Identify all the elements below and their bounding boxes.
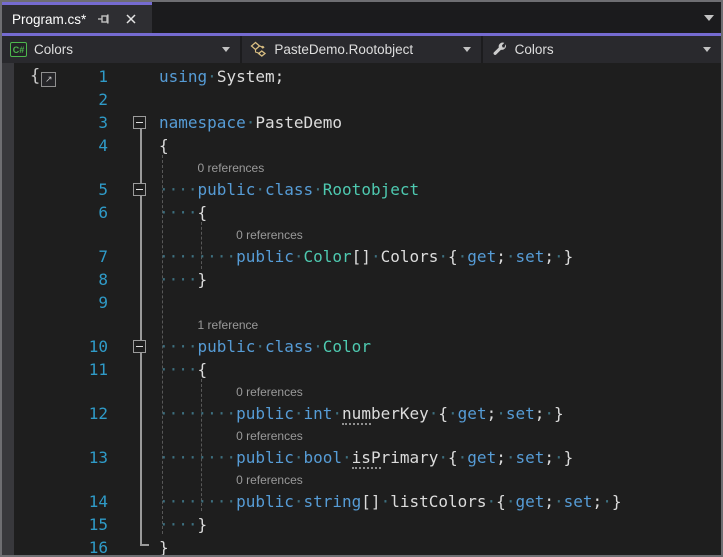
close-icon[interactable] [122, 10, 140, 28]
line-number: 13 [88, 448, 108, 467]
codelens-row: 0 references [2, 425, 721, 446]
pin-icon[interactable] [95, 10, 113, 28]
line-number: 11 [88, 360, 108, 379]
line-number: 7 [98, 247, 108, 266]
type-dropdown[interactable]: PasteDemo.Rootobject [242, 36, 483, 63]
member-dropdown-label: Colors [514, 42, 554, 57]
project-dropdown-label: Colors [34, 42, 74, 57]
code-text: namespace·PasteDemo [159, 113, 343, 132]
code-text: using·System; [159, 67, 285, 86]
codelens-references[interactable]: 0 references [236, 228, 303, 242]
code-text: ····public·class·Color [159, 337, 371, 356]
codelens-references[interactable]: 0 references [198, 161, 265, 175]
outlining-margin [108, 201, 153, 224]
outlining-margin [108, 245, 153, 268]
codelens-row: 1 reference [2, 314, 721, 335]
outlining-margin [108, 513, 153, 536]
line-number: 9 [98, 293, 108, 312]
code-line[interactable]: 2 [2, 88, 721, 111]
wrench-icon [491, 41, 508, 58]
code-text: ····public·class·Rootobject [159, 180, 420, 199]
line-number: 15 [88, 515, 108, 534]
outlining-margin [108, 402, 153, 425]
outlining-margin [108, 291, 153, 314]
outlining-margin [108, 88, 153, 111]
outlining-margin [108, 178, 153, 201]
code-text: ····{ [159, 360, 208, 379]
code-line[interactable]: 16} [2, 536, 721, 557]
outlining-margin [108, 134, 153, 157]
code-text: ····} [159, 515, 208, 534]
member-dropdown[interactable]: Colors [483, 36, 721, 63]
outlining-margin [108, 111, 153, 134]
code-text: ····} [159, 270, 208, 289]
code-line[interactable]: 6 ····{ [2, 201, 721, 224]
codelens-row: 0 references [2, 224, 721, 245]
outlining-margin [108, 490, 153, 513]
code-line[interactable]: 9 [2, 291, 721, 314]
codelens-row: 0 references [2, 469, 721, 490]
code-line[interactable]: 13 ········public·bool·isPrimary·{·get;·s… [2, 446, 721, 469]
code-line[interactable]: 3 namespace·PasteDemo [2, 111, 721, 134]
code-text: ········public·int·numberKey·{·get;·set;… [159, 404, 564, 425]
code-line[interactable]: 8 ····} [2, 268, 721, 291]
line-number: 12 [88, 404, 108, 423]
line-number: 2 [98, 90, 108, 109]
type-dropdown-label: PasteDemo.Rootobject [274, 42, 414, 57]
fold-collapse-toggle[interactable] [133, 116, 146, 129]
code-line[interactable]: 12 ········public·int·numberKey·{·get;·se… [2, 402, 721, 425]
outlining-margin [108, 335, 153, 358]
codelens-references[interactable]: 0 references [236, 429, 303, 443]
code-text: ········public·Color[]·Colors·{·get;·set… [159, 247, 574, 266]
outlining-margin [108, 65, 153, 88]
csharp-project-icon: C# [10, 42, 27, 57]
tab-title: Program.cs* [12, 11, 87, 27]
codelens-references[interactable]: 0 references [236, 473, 303, 487]
line-number: 3 [98, 113, 108, 132]
line-number: 6 [98, 203, 108, 222]
code-editor[interactable]: { ↗ 1 using·System; 2 3 namespace·PasteDemo 4… [2, 63, 721, 557]
code-line[interactable]: 10 ····public·class·Color [2, 335, 721, 358]
code-line[interactable]: 7 ········public·Color[]·Colors·{·get;·se… [2, 245, 721, 268]
code-text: ····{ [159, 203, 208, 222]
type-hierarchy-icon [250, 41, 267, 58]
code-line[interactable]: 11 ····{ [2, 358, 721, 381]
codelens-row: 0 references [2, 381, 721, 402]
codelens-references[interactable]: 1 reference [198, 318, 259, 332]
vs-editor-window: Program.cs* C# Colors PasteDemo.Rootobje… [0, 0, 723, 557]
outlining-margin [108, 536, 153, 555]
code-line[interactable]: 1 using·System; [2, 65, 721, 88]
document-tab-strip: Program.cs* [2, 2, 721, 33]
line-number: 1 [98, 67, 108, 86]
project-dropdown[interactable]: C# Colors [2, 36, 243, 63]
code-text: } [159, 538, 169, 557]
fold-collapse-toggle[interactable] [133, 183, 146, 196]
code-text: ········public·string[]·listColors·{·get… [159, 492, 622, 511]
tab-program-cs[interactable]: Program.cs* [2, 2, 153, 33]
codelens-references[interactable]: 0 references [236, 385, 303, 399]
fold-collapse-toggle[interactable] [133, 340, 146, 353]
line-number: 14 [88, 492, 108, 511]
navigation-bar: C# Colors PasteDemo.Rootobject Colors [2, 36, 721, 63]
code-text: ········public·bool·isPrimary·{·get;·set… [159, 448, 574, 469]
codelens-row: 0 references [2, 157, 721, 178]
line-number: 4 [98, 136, 108, 155]
line-number: 16 [88, 538, 108, 557]
chevron-down-icon [462, 47, 471, 52]
outlining-margin [108, 446, 153, 469]
line-number: 10 [88, 337, 108, 356]
outlining-margin [108, 358, 153, 381]
code-line[interactable]: 4{ [2, 134, 721, 157]
line-number: 5 [98, 180, 108, 199]
chevron-down-icon [702, 47, 711, 52]
code-text: { [159, 136, 169, 155]
tab-list-dropdown-icon[interactable] [704, 15, 714, 21]
code-line[interactable]: 5 ····public·class·Rootobject [2, 178, 721, 201]
chevron-down-icon [222, 47, 231, 52]
line-number: 8 [98, 270, 108, 289]
code-line[interactable]: 15 ····} [2, 513, 721, 536]
code-line[interactable]: 14 ········public·string[]·listColors·{·g… [2, 490, 721, 513]
code-lines: 1 using·System; 2 3 namespace·PasteDemo 4{0 r… [2, 65, 721, 557]
outlining-margin [108, 268, 153, 291]
